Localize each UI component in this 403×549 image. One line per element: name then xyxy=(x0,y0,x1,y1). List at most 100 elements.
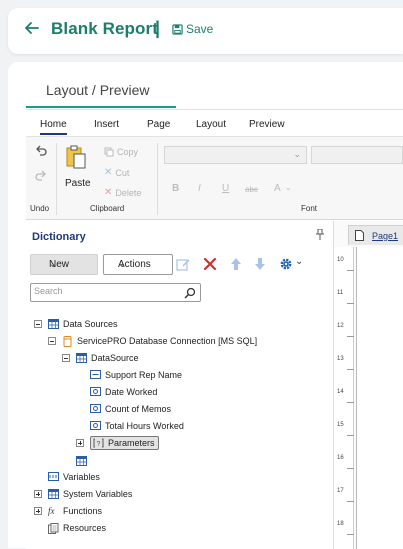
ruler-number: 11 xyxy=(337,290,344,296)
search-icon[interactable] xyxy=(184,286,196,304)
copy-button[interactable]: Copy xyxy=(104,147,138,157)
ribbon-tab-layout[interactable]: Layout xyxy=(196,119,226,130)
tab-page1[interactable]: Page1 xyxy=(348,225,403,245)
tree-item-data-sources[interactable]: Data Sources xyxy=(34,316,118,331)
ruler-tick xyxy=(347,369,354,370)
copy-icon xyxy=(104,147,114,157)
save-button[interactable]: Save xyxy=(172,22,213,36)
chevron-down-icon[interactable]: ⌄ xyxy=(285,183,292,192)
svg-text:?: ? xyxy=(97,441,101,448)
arrow-up-icon[interactable] xyxy=(230,257,242,276)
underline-button[interactable]: U xyxy=(222,183,229,194)
dictionary-panel: Dictionary New ⌄ Actions ⌄ ⌄ Search Data… xyxy=(26,221,334,549)
actions-button[interactable]: Actions ⌄ xyxy=(103,254,173,275)
gear-icon[interactable] xyxy=(279,257,293,276)
top-bar: Blank Report | Save xyxy=(8,8,403,54)
ribbon-tab-home[interactable]: Home xyxy=(40,119,67,135)
delete-ribbon-button[interactable]: ✕ Delete xyxy=(104,187,141,198)
page-tab-label: Page1 xyxy=(372,231,399,241)
font-family-dropdown[interactable]: ⌄ xyxy=(164,146,307,164)
expand-icon[interactable] xyxy=(34,489,42,498)
table-icon xyxy=(48,318,59,329)
tree-item-label: System Variables xyxy=(63,488,133,499)
tree-item-field[interactable]: Count of Memos xyxy=(90,401,171,416)
cut-icon: ✕ xyxy=(104,167,113,178)
edit-icon[interactable] xyxy=(176,257,191,277)
arrow-down-icon[interactable] xyxy=(254,257,266,276)
number-field-icon xyxy=(90,420,101,431)
chevron-down-icon[interactable]: ⌄ xyxy=(295,256,303,267)
tree-item-label: DataSource xyxy=(91,352,139,363)
collapse-icon[interactable] xyxy=(48,336,56,345)
function-icon: fx xyxy=(48,505,55,516)
ruler-number: 16 xyxy=(337,455,344,461)
tree-item-functions[interactable]: fx Functions xyxy=(34,503,102,518)
bold-button[interactable]: B xyxy=(172,183,179,194)
ribbon-toolbar: Undo Paste Copy ✕ Cut ✕ Delete Clipboard xyxy=(26,136,403,220)
tree-item-system-variables[interactable]: System Variables xyxy=(34,486,132,501)
paste-icon[interactable] xyxy=(65,144,87,175)
ruler-number: 13 xyxy=(337,356,344,362)
tree-item-connection[interactable]: ServicePRO Database Connection [MS SQL] xyxy=(48,333,257,348)
tree-item-empty-table[interactable] xyxy=(76,453,91,468)
delete-label: Delete xyxy=(115,187,142,198)
tab-layout-preview[interactable]: Layout / Preview xyxy=(26,72,176,108)
tree-item-field[interactable]: Total Hours Worked xyxy=(90,418,184,433)
ruler-number: 14 xyxy=(337,389,344,395)
ruler-tick xyxy=(347,435,354,436)
cut-button[interactable]: ✕ Cut xyxy=(104,167,129,178)
delete-icon[interactable] xyxy=(203,257,217,276)
ribbon-tab-preview[interactable]: Preview xyxy=(249,119,285,130)
title-separator: | xyxy=(155,18,161,38)
cut-label: Cut xyxy=(115,167,130,178)
tree-item-label: Total Hours Worked xyxy=(105,420,184,431)
expand-icon[interactable] xyxy=(34,506,42,515)
tree-item-field[interactable]: Support Rep Name xyxy=(90,367,182,382)
dictionary-title: Dictionary xyxy=(32,231,86,243)
save-label: Save xyxy=(186,22,214,36)
ruler-tick xyxy=(347,303,354,304)
strikethrough-button[interactable]: abc xyxy=(245,185,258,194)
italic-button[interactable]: I xyxy=(198,183,201,194)
tree-item-label: Functions xyxy=(63,505,103,516)
ruler-number: 17 xyxy=(337,488,344,494)
tree-item-label: Date Worked xyxy=(105,386,158,397)
ruler-number: 15 xyxy=(337,422,344,428)
ruler-number: 12 xyxy=(337,323,344,329)
delete-ribbon-icon: ✕ xyxy=(104,187,113,198)
paste-label[interactable]: Paste xyxy=(65,178,91,189)
chevron-down-icon: ⌄ xyxy=(49,259,58,270)
tree-item-parameters[interactable]: ? Parameters xyxy=(76,435,159,450)
copy-label: Copy xyxy=(117,147,139,157)
ruler-tick xyxy=(347,336,354,337)
save-icon xyxy=(172,23,183,35)
ribbon-tabs: Home Insert Page Layout Preview xyxy=(26,110,403,136)
ribbon-tab-insert[interactable]: Insert xyxy=(94,119,119,130)
text-field-icon xyxy=(90,369,101,380)
tree-item-datasource[interactable]: DataSource xyxy=(62,350,139,365)
page-title: Blank Report xyxy=(51,19,158,38)
search-input[interactable] xyxy=(34,286,174,296)
search-field[interactable] xyxy=(30,283,201,302)
back-arrow-icon[interactable] xyxy=(24,20,42,40)
tree-item-resources[interactable]: Resources xyxy=(48,520,106,535)
expand-icon[interactable] xyxy=(76,438,84,447)
redo-icon[interactable] xyxy=(34,170,48,189)
font-size-dropdown[interactable] xyxy=(311,146,403,164)
font-color-button[interactable]: A xyxy=(274,183,281,194)
collapse-icon[interactable] xyxy=(62,353,70,362)
tree-item-variables[interactable]: Variables xyxy=(48,469,100,484)
ribbon-tab-page[interactable]: Page xyxy=(147,119,170,130)
report-designer: Home Insert Page Layout Preview Undo Pas… xyxy=(26,109,403,549)
new-button[interactable]: New ⌄ xyxy=(30,254,98,275)
pin-icon[interactable] xyxy=(316,228,324,243)
collapse-icon[interactable] xyxy=(34,319,42,328)
undo-icon[interactable] xyxy=(34,145,48,164)
tree-item-label: Support Rep Name xyxy=(105,369,183,380)
report-page-canvas[interactable] xyxy=(356,247,403,549)
variables-icon xyxy=(48,471,59,482)
tree-item-label: Variables xyxy=(63,471,100,482)
tree-item-field[interactable]: Date Worked xyxy=(90,384,157,399)
ruler-number: 10 xyxy=(337,257,344,263)
ruler-number: 18 xyxy=(337,521,344,527)
